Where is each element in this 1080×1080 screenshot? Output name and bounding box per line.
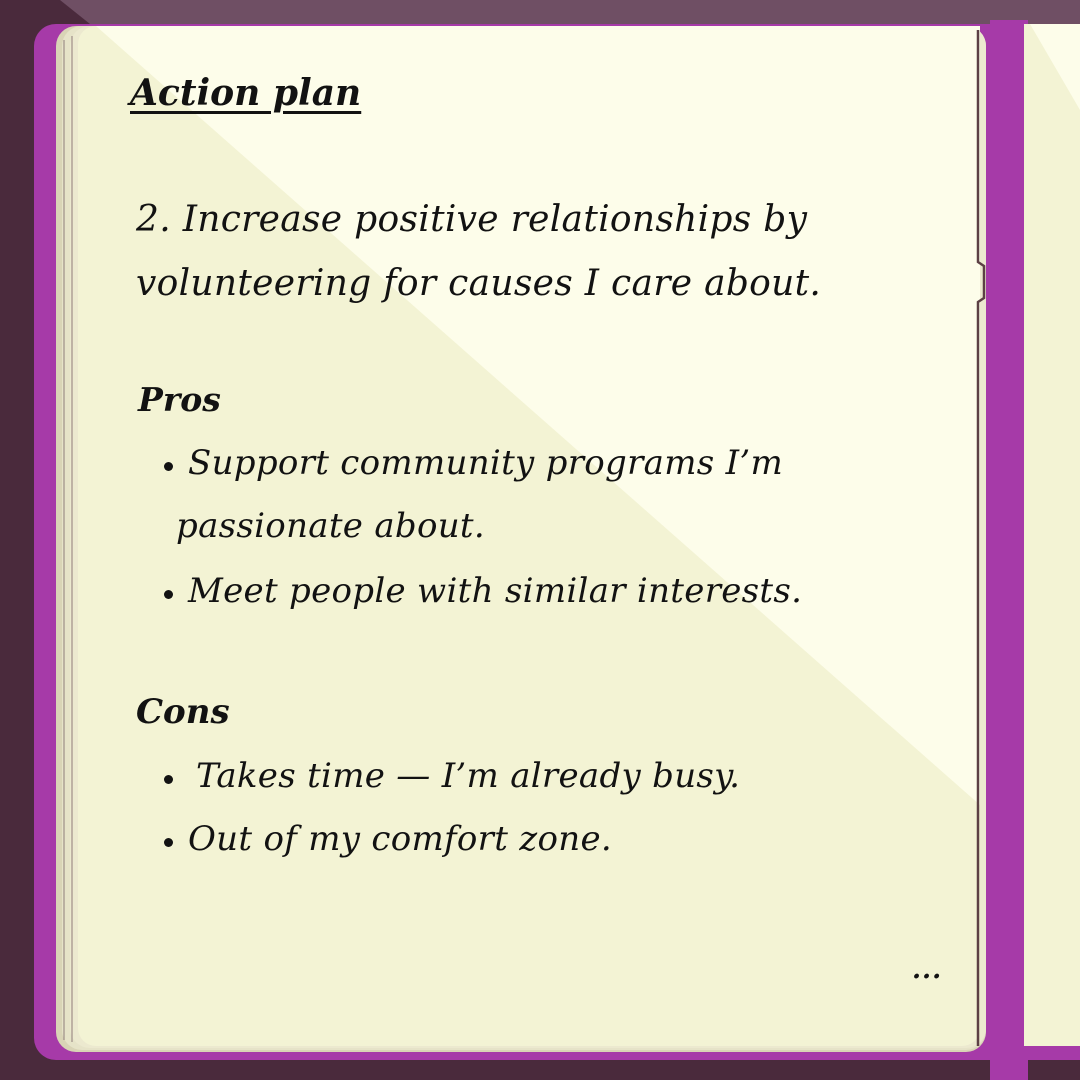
bullet-dot <box>164 590 173 599</box>
pros-item-2: Meet people with similar interests. <box>188 571 803 611</box>
continuation-ellipsis: ... <box>912 955 943 985</box>
page-title: Action plan <box>130 72 362 114</box>
top-band <box>60 0 1080 24</box>
next-page <box>1024 24 1080 1050</box>
pros-item-1-line-1: Support community programs I’m <box>188 443 784 483</box>
cons-heading: Cons <box>136 692 230 732</box>
goal-text: 2. Increase positive relationships by vo… <box>136 188 821 316</box>
goal-line-1: 2. Increase positive relationships by <box>136 199 808 240</box>
pros-heading: Pros <box>138 380 221 419</box>
notebook-scene: Action plan 2. Increase positive relatio… <box>0 0 1080 1080</box>
pros-item-1-line-2: passionate about. <box>176 506 486 546</box>
cons-item-1: Takes time — I’m already busy. <box>196 756 741 796</box>
cons-item-2: Out of my comfort zone. <box>188 819 612 859</box>
bullet-dot <box>164 838 173 847</box>
notebook-illustration <box>0 0 1080 1080</box>
bullet-dot <box>164 775 173 784</box>
cover-bottom-right <box>1024 1046 1080 1060</box>
goal-line-2: volunteering for causes I care about. <box>136 263 822 304</box>
bullet-dot <box>164 462 173 471</box>
bookmark-ribbon <box>990 20 1028 1080</box>
